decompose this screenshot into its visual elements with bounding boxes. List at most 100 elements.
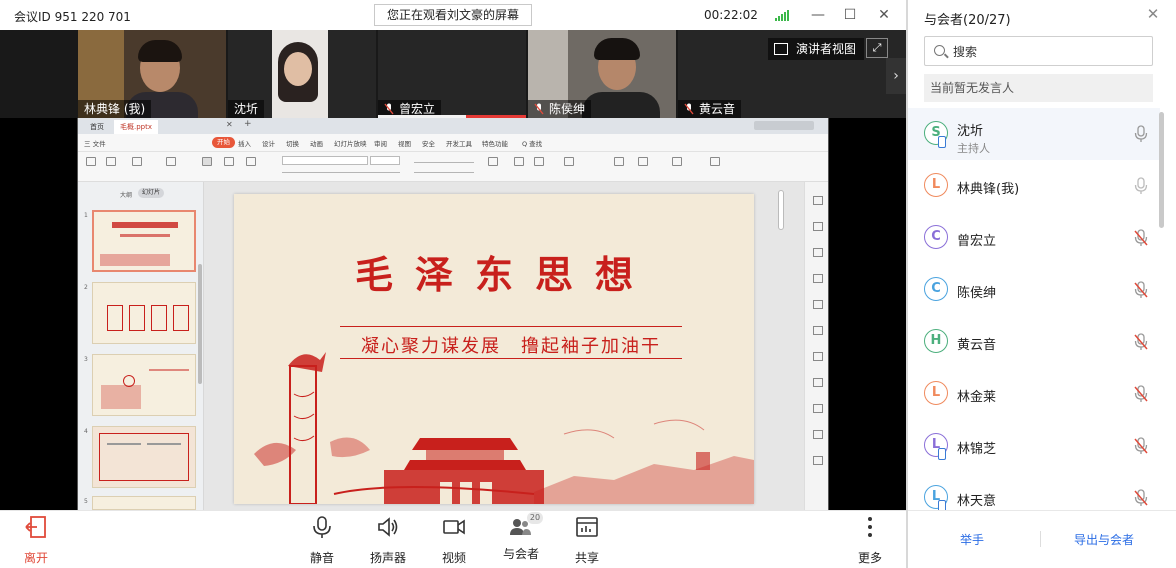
slide-thumbnail[interactable] <box>92 210 196 272</box>
more-button[interactable]: 更多 <box>840 515 900 566</box>
slide-thumbnail[interactable] <box>92 282 196 344</box>
wps-menu-security[interactable]: 安全 <box>422 138 435 148</box>
video-tile[interactable]: 曾宏立 <box>378 30 526 118</box>
font-selector[interactable] <box>282 156 368 165</box>
wps-tab-document[interactable]: 毛概.pptx <box>114 120 158 134</box>
participant-row[interactable]: C 曾宏立 <box>908 212 1160 264</box>
participant-row[interactable]: C 陈侯绅 <box>908 264 1160 316</box>
slide-thumbnail[interactable] <box>92 354 196 416</box>
help-icon[interactable] <box>813 352 823 361</box>
share-notice[interactable]: 您正在观看刘文豪的屏幕 <box>374 4 532 26</box>
wps-menu-features[interactable]: 特色功能 <box>482 138 508 148</box>
cut-icon[interactable] <box>106 157 116 166</box>
font-size-selector[interactable] <box>370 156 400 165</box>
microphone-muted-icon[interactable] <box>1134 437 1148 455</box>
maximize-icon[interactable]: ☐ <box>840 5 860 25</box>
wps-menu-find[interactable]: Q 查找 <box>522 138 542 148</box>
text-tool-icon[interactable] <box>813 430 823 439</box>
microphone-muted-icon[interactable] <box>1134 489 1148 507</box>
participant-row[interactable]: L 林典锋(我) <box>908 160 1160 212</box>
wps-tab-home[interactable]: 首页 <box>84 120 110 134</box>
share-file-icon[interactable] <box>813 326 823 335</box>
outline-tab[interactable]: 大纲 <box>120 190 132 199</box>
video-tile[interactable]: 陈侯绅 <box>528 30 676 118</box>
export-participants-button[interactable]: 导出与会者 <box>1074 531 1134 548</box>
resources-icon[interactable] <box>813 404 823 413</box>
video-tile[interactable]: 沈圻 <box>228 30 376 118</box>
property-icon[interactable] <box>813 196 823 205</box>
presenter-tools-icon[interactable] <box>638 157 648 166</box>
reset-icon[interactable] <box>246 157 256 166</box>
wps-menu-animation[interactable]: 动画 <box>310 138 323 148</box>
participants-button[interactable]: 20 与会者 <box>491 512 551 562</box>
shared-screen[interactable]: 首页 毛概.pptx ✕ + 三 文件 开始 插入 设计 切换 动画 幻灯片放映… <box>0 118 906 510</box>
search-box[interactable] <box>924 36 1153 66</box>
replace-icon[interactable] <box>564 157 574 166</box>
smart-beautify-icon[interactable] <box>710 157 720 166</box>
microphone-muted-icon[interactable] <box>1134 333 1148 351</box>
format-icon[interactable] <box>813 248 823 257</box>
raise-hand-button[interactable]: 举手 <box>960 531 984 548</box>
wps-menu-slideshow[interactable]: 幻灯片放映 <box>334 138 367 148</box>
chevron-right-icon[interactable]: › <box>886 58 906 94</box>
select-icon[interactable] <box>813 222 823 231</box>
close-icon[interactable]: ✕ <box>1144 5 1162 23</box>
mute-button[interactable]: 静音 <box>292 515 352 566</box>
shape-icon[interactable] <box>514 157 524 166</box>
canvas-scrollbar[interactable] <box>778 190 784 230</box>
new-slide-icon[interactable] <box>202 157 212 166</box>
paste-icon[interactable] <box>86 157 96 166</box>
text-box-icon[interactable] <box>488 157 498 166</box>
participant-row[interactable]: L 林金莱 <box>908 368 1160 420</box>
fullscreen-icon[interactable]: ⤢ <box>866 38 888 58</box>
share-button[interactable]: 共享 <box>557 515 617 566</box>
wps-menu-review[interactable]: 审阅 <box>374 138 387 148</box>
wps-menu-view[interactable]: 视图 <box>398 138 411 148</box>
wps-menu-file[interactable]: 三 文件 <box>84 138 106 148</box>
current-slide[interactable]: 毛泽东思想 凝心聚力谋发展 撸起袖子加油干 <box>234 194 754 504</box>
wps-menu-start[interactable]: 开始 <box>212 137 235 148</box>
close-icon[interactable]: ✕ <box>874 5 894 25</box>
slide-thumbnail[interactable] <box>92 426 196 488</box>
wps-menu-insert[interactable]: 插入 <box>238 138 251 148</box>
format-painter-icon[interactable] <box>132 157 142 166</box>
participant-row[interactable]: S 沈圻 主持人 <box>908 108 1160 160</box>
participant-row[interactable]: L 林天意 <box>908 472 1160 510</box>
design-icon[interactable] <box>813 378 823 387</box>
arrange-icon[interactable] <box>534 157 544 166</box>
video-tile[interactable]: 林典锋 (我) <box>78 30 226 118</box>
speaker-button[interactable]: 扬声器 <box>358 515 418 566</box>
network-signal-icon[interactable] <box>775 9 791 21</box>
microphone-muted-icon[interactable] <box>1134 229 1148 247</box>
video-button[interactable]: 视频 <box>424 515 484 566</box>
wps-menu-design[interactable]: 设计 <box>262 138 275 148</box>
backup-icon[interactable] <box>813 300 823 309</box>
search-input[interactable] <box>953 43 1143 60</box>
avatar: C <box>924 225 948 249</box>
microphone-muted-icon[interactable] <box>1134 281 1148 299</box>
video-tile-name-text: 陈侯绅 <box>549 102 586 116</box>
microphone-muted-icon[interactable] <box>1134 385 1148 403</box>
slides-icon[interactable] <box>672 157 682 166</box>
participant-list-scrollbar[interactable] <box>1159 112 1164 228</box>
wps-menubar: 三 文件 开始 插入 设计 切换 动画 幻灯片放映 审阅 视图 安全 开发工具 … <box>78 134 828 152</box>
minimize-icon[interactable]: — <box>808 5 828 25</box>
slide-thumbnail[interactable] <box>92 496 196 510</box>
wps-menu-devtools[interactable]: 开发工具 <box>446 138 472 148</box>
document-helper-icon[interactable] <box>614 157 624 166</box>
animation-icon[interactable] <box>813 274 823 283</box>
layout-icon[interactable] <box>224 157 234 166</box>
leave-button[interactable]: 离开 <box>6 515 66 566</box>
participant-row[interactable]: L 林锦芝 <box>908 420 1160 472</box>
settings-icon[interactable] <box>813 456 823 465</box>
wps-menu-transition[interactable]: 切换 <box>286 138 299 148</box>
play-icon[interactable] <box>166 157 176 166</box>
presenter-view-button[interactable]: 演讲者视图 <box>768 38 865 60</box>
slides-tab[interactable]: 幻灯片 <box>138 188 164 198</box>
microphone-icon[interactable] <box>1134 125 1148 143</box>
microphone-icon[interactable] <box>1134 177 1148 195</box>
thumbnail-scrollbar[interactable] <box>198 264 202 384</box>
participant-row[interactable]: H 黄云音 <box>908 316 1160 368</box>
new-tab-icon[interactable]: + <box>244 119 252 129</box>
close-tab-icon[interactable]: ✕ <box>226 120 233 129</box>
